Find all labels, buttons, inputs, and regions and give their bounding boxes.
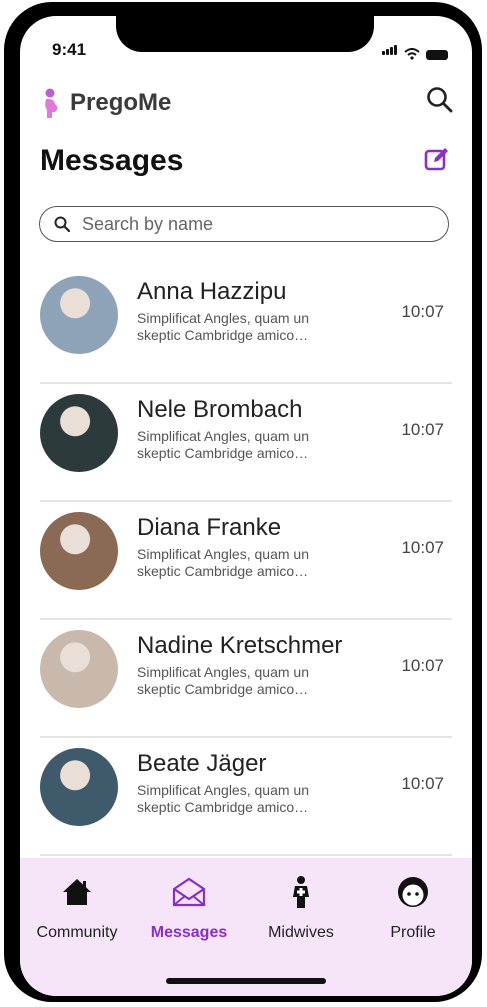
page-title: Messages (40, 144, 184, 177)
notch (116, 16, 374, 52)
preview-line: skeptic Cambridge amico… (137, 681, 309, 697)
app-logo: PregoMe (40, 88, 171, 118)
contact-name: Anna Hazzipu (137, 278, 287, 305)
message-time: 10:07 (401, 656, 444, 675)
message-list: Anna Hazzipu Simplificat Angles, quam un… (40, 266, 452, 856)
tab-messages[interactable]: Messages (134, 872, 244, 942)
message-row[interactable]: Anna Hazzipu Simplificat Angles, quam un… (40, 266, 452, 384)
preview-line: skeptic Cambridge amico… (137, 799, 309, 815)
search-input[interactable] (80, 212, 414, 236)
home-indicator[interactable] (166, 978, 326, 984)
message-time: 10:07 (401, 538, 444, 557)
screen: 9:41 PregoMe Messages Search by name Ann… (20, 16, 472, 996)
message-preview: Simplificat Angles, quam un skeptic Camb… (137, 782, 367, 816)
phone-frame: 9:41 PregoMe Messages Search by name Ann… (4, 2, 482, 1002)
envelope-icon (172, 877, 206, 907)
battery-icon (426, 50, 448, 60)
message-row[interactable]: Nadine Kretschmer Simplificat Angles, qu… (40, 620, 452, 738)
avatar (40, 630, 118, 708)
contact-name: Diana Franke (137, 514, 282, 541)
message-time: 10:07 (401, 774, 444, 793)
home-icon (63, 879, 91, 905)
preview-line: skeptic Cambridge amico… (137, 563, 309, 579)
preview-line: Simplificat Angles, quam un (137, 310, 309, 326)
search-field-icon (54, 216, 70, 232)
tab-label: Midwives (268, 924, 334, 941)
avatar (40, 748, 118, 826)
status-icons (382, 42, 448, 60)
preview-line: Simplificat Angles, quam un (137, 546, 309, 562)
midwife-icon (293, 876, 309, 908)
tab-profile[interactable]: Profile (358, 872, 468, 942)
contact-name: Beate Jäger (137, 750, 267, 777)
preview-line: Simplificat Angles, quam un (137, 428, 309, 444)
bottom-tab-bar: Community Messages Midwives Profile (20, 858, 472, 996)
status-time: 9:41 (52, 40, 87, 59)
contact-name: Nele Brombach (137, 396, 303, 423)
tab-label: Profile (390, 924, 436, 941)
baby-face-icon (398, 877, 428, 907)
signal-icon (382, 42, 398, 60)
message-time: 10:07 (401, 302, 444, 321)
app-name: PregoMe (70, 89, 172, 116)
tab-label: Messages (150, 924, 228, 941)
search-icon[interactable] (426, 86, 454, 114)
compose-icon[interactable] (424, 146, 450, 172)
avatar (40, 394, 118, 472)
preview-line: skeptic Cambridge amico… (137, 327, 309, 343)
message-time: 10:07 (401, 420, 444, 439)
tab-label: Community (36, 924, 118, 941)
message-preview: Simplificat Angles, quam un skeptic Camb… (137, 546, 367, 580)
tab-midwives[interactable]: Midwives (246, 872, 356, 942)
pregnant-woman-logo-icon (45, 88, 58, 118)
avatar (40, 512, 118, 590)
contact-name: Nadine Kretschmer (137, 632, 343, 659)
avatar (40, 276, 118, 354)
preview-line: Simplificat Angles, quam un (137, 664, 309, 680)
message-preview: Simplificat Angles, quam un skeptic Camb… (137, 428, 367, 462)
message-row[interactable]: Nele Brombach Simplificat Angles, quam u… (40, 384, 452, 502)
search-field[interactable] (39, 206, 449, 242)
message-preview: Simplificat Angles, quam un skeptic Camb… (137, 664, 367, 698)
message-row[interactable]: Diana Franke Simplificat Angles, quam un… (40, 502, 452, 620)
preview-line: skeptic Cambridge amico… (137, 445, 309, 461)
message-row[interactable]: Beate Jäger Simplificat Angles, quam un … (40, 738, 452, 856)
wifi-icon (404, 48, 420, 60)
message-preview: Simplificat Angles, quam un skeptic Camb… (137, 310, 367, 344)
preview-line: Simplificat Angles, quam un (137, 782, 309, 798)
tab-community[interactable]: Community (22, 872, 132, 942)
